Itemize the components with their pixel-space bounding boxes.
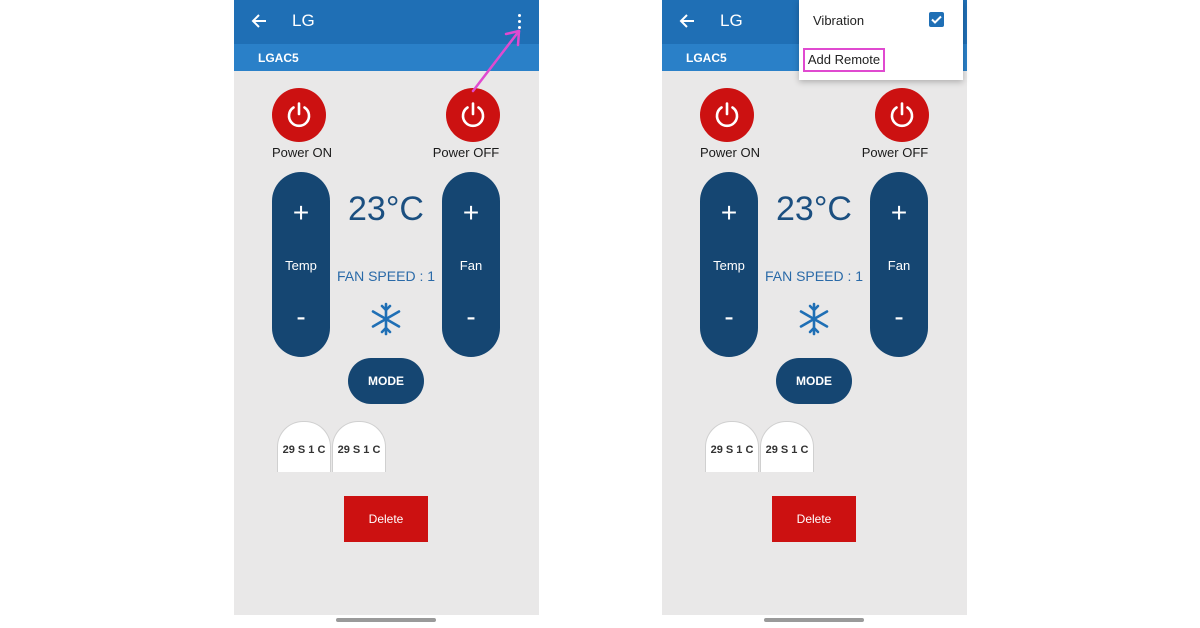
fan-control: + Fan - — [870, 172, 928, 357]
checkbox-checked-icon[interactable] — [929, 12, 944, 27]
temp-control: + Temp - — [272, 172, 330, 357]
power-on-label: Power ON — [700, 145, 760, 160]
power-icon — [890, 102, 914, 128]
snowflake-icon — [799, 302, 829, 336]
back-arrow-icon[interactable] — [250, 12, 268, 30]
temp-down-button[interactable]: - — [700, 302, 758, 332]
app-title: LG — [720, 11, 743, 30]
temp-down-button[interactable]: - — [272, 302, 330, 332]
fan-down-button[interactable]: - — [442, 302, 500, 332]
temperature-display: 23°C — [776, 190, 852, 228]
fan-speed-display: FAN SPEED : 1 — [764, 268, 864, 284]
fan-down-button[interactable]: - — [870, 302, 928, 332]
device-name: LGAC5 — [686, 51, 727, 65]
back-arrow-icon[interactable] — [678, 12, 696, 30]
fan-label: Fan — [887, 258, 911, 273]
home-indicator — [336, 618, 436, 622]
fan-up-button[interactable]: + — [442, 198, 500, 228]
delete-button[interactable]: Delete — [772, 496, 856, 542]
fan-control: + Fan - — [442, 172, 500, 357]
snowflake-icon — [371, 302, 401, 336]
delete-button[interactable]: Delete — [344, 496, 428, 542]
phone-screen-right: LG LGAC5 Power ON Power OFF + Temp - 23°… — [662, 0, 967, 615]
device-name: LGAC5 — [258, 51, 299, 65]
power-off-button[interactable] — [875, 88, 929, 142]
home-indicator — [764, 618, 864, 622]
temp-up-button[interactable]: + — [700, 198, 758, 228]
preset-chip[interactable]: 29 S 1 C — [705, 421, 759, 472]
overflow-menu: Vibration Add Remote — [799, 0, 963, 80]
power-icon — [287, 102, 311, 128]
fan-speed-display: FAN SPEED : 1 — [336, 268, 436, 284]
power-on-button[interactable] — [272, 88, 326, 142]
power-on-label: Power ON — [272, 145, 332, 160]
fan-up-button[interactable]: + — [870, 198, 928, 228]
power-off-label: Power OFF — [432, 145, 500, 160]
power-icon — [715, 102, 739, 128]
menu-item-vibration[interactable]: Vibration — [813, 13, 864, 28]
menu-item-add-remote[interactable]: Add Remote — [803, 48, 885, 72]
app-title: LG — [292, 11, 315, 30]
temperature-display: 23°C — [348, 190, 424, 228]
power-off-button[interactable] — [446, 88, 500, 142]
temp-up-button[interactable]: + — [272, 198, 330, 228]
preset-chip[interactable]: 29 S 1 C — [332, 421, 386, 472]
preset-chip[interactable]: 29 S 1 C — [277, 421, 331, 472]
annotation-arrow — [471, 29, 521, 93]
mode-button[interactable]: MODE — [776, 358, 852, 404]
preset-chip[interactable]: 29 S 1 C — [760, 421, 814, 472]
power-icon — [461, 102, 485, 128]
mode-button[interactable]: MODE — [348, 358, 424, 404]
temp-control: + Temp - — [700, 172, 758, 357]
power-off-label: Power OFF — [861, 145, 929, 160]
fan-label: Fan — [459, 258, 483, 273]
power-on-button[interactable] — [700, 88, 754, 142]
